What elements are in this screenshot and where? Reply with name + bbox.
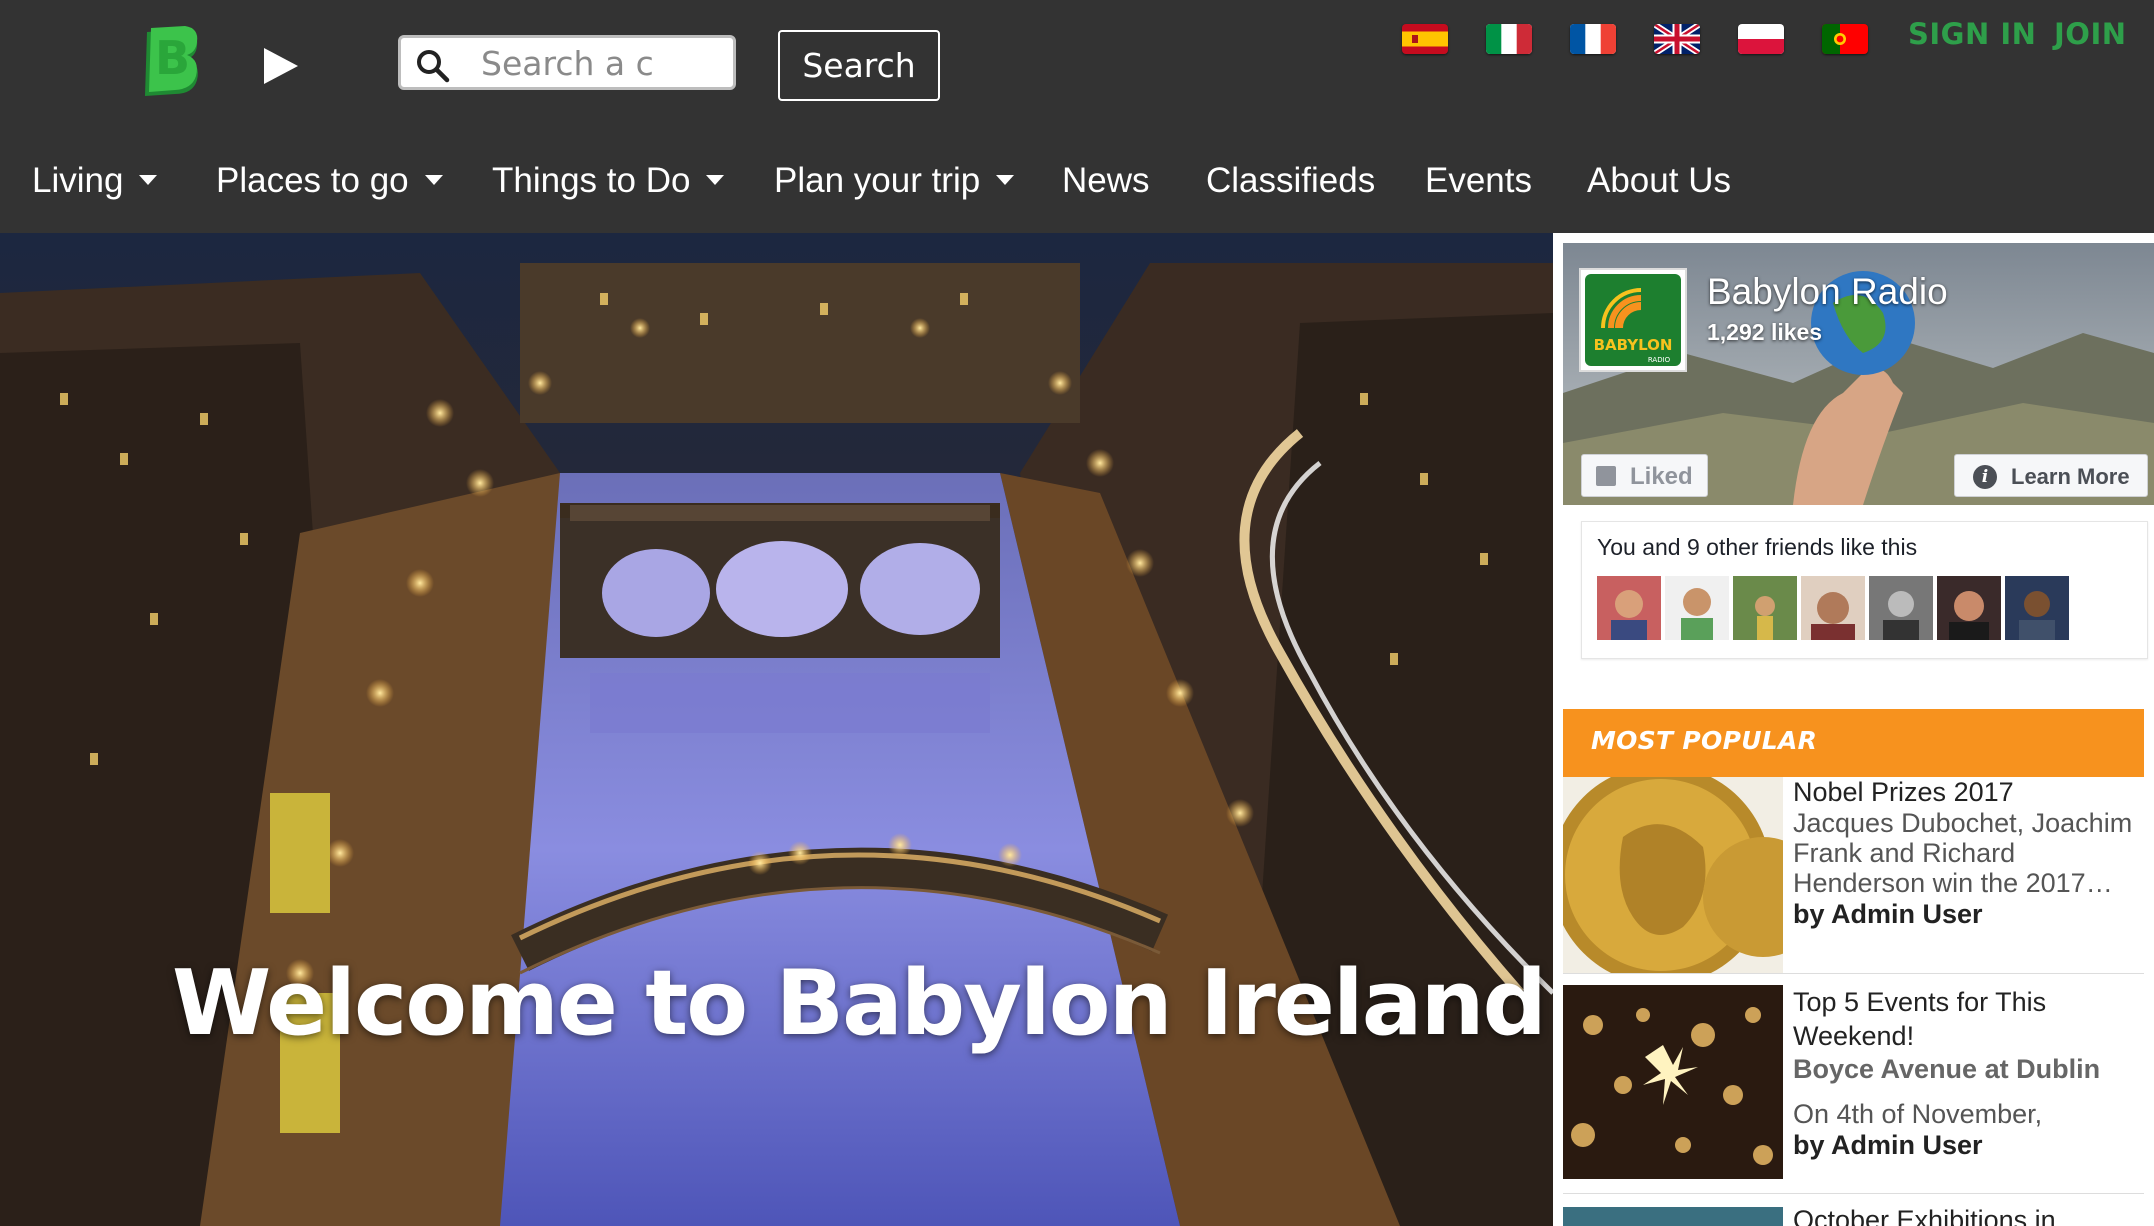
facebook-cover[interactable]: BABYLON RADIO Babylon Radio 1,292 likes … bbox=[1563, 243, 2154, 505]
nav-item-news[interactable]: News bbox=[1062, 150, 1150, 212]
friend-avatar[interactable] bbox=[2005, 576, 2069, 640]
sidebar: BABYLON RADIO Babylon Radio 1,292 likes … bbox=[1553, 233, 2154, 1226]
svg-text:RADIO: RADIO bbox=[1648, 356, 1671, 364]
article-subtitle: Boyce Avenue at Dublin bbox=[1793, 1054, 2101, 1084]
popular-article[interactable]: Nobel Prizes 2017 Jacques Dubochet, Joac… bbox=[1563, 777, 2154, 973]
most-popular-header: MOST POPULAR bbox=[1563, 709, 2144, 777]
facebook-friends-box: You and 9 other friends like this bbox=[1581, 521, 2148, 659]
nav-item-label: Events bbox=[1425, 161, 1532, 200]
france-flag-icon[interactable] bbox=[1570, 24, 1616, 54]
divider bbox=[1563, 1193, 2144, 1194]
facebook-icon bbox=[1596, 466, 1616, 486]
nav-item-label: About Us bbox=[1587, 161, 1731, 200]
most-popular-title: MOST POPULAR bbox=[1591, 726, 1818, 755]
article-excerpt: Jacques Dubochet, Joachim Frank and Rich… bbox=[1793, 808, 2133, 898]
article-author: by Admin User bbox=[1793, 1130, 1983, 1160]
popular-article[interactable]: October Exhibitions in bbox=[1563, 1207, 2154, 1226]
nav-item-label: News bbox=[1062, 161, 1150, 200]
facebook-page-name[interactable]: Babylon Radio bbox=[1707, 271, 1948, 313]
caret-down-icon bbox=[139, 174, 158, 185]
article-text: Nobel Prizes 2017 Jacques Dubochet, Joac… bbox=[1793, 777, 2153, 930]
poland-flag-icon[interactable] bbox=[1738, 24, 1784, 54]
main-nav: Living Places to go Things to Do Plan yo… bbox=[0, 150, 1800, 212]
nav-item-label: Places to go bbox=[216, 161, 409, 200]
caret-down-icon bbox=[424, 174, 443, 185]
babylon-radio-avatar[interactable]: BABYLON RADIO bbox=[1579, 268, 1687, 372]
search-icon bbox=[417, 50, 450, 83]
article-thumbnail[interactable] bbox=[1563, 777, 1783, 973]
friend-avatar[interactable] bbox=[1869, 576, 1933, 640]
nav-item-classifieds[interactable]: Classifieds bbox=[1206, 150, 1375, 212]
divider bbox=[1563, 973, 2144, 974]
nav-item-about-us[interactable]: About Us bbox=[1587, 150, 1731, 212]
article-title[interactable]: Nobel Prizes 2017 bbox=[1793, 777, 2153, 808]
article-title[interactable]: Top 5 Events for This Weekend! bbox=[1793, 985, 2153, 1053]
popular-article[interactable]: Top 5 Events for This Weekend! Boyce Ave… bbox=[1563, 985, 2154, 1181]
friends-like-text: You and 9 other friends like this bbox=[1597, 534, 1918, 560]
liked-label: Liked bbox=[1630, 463, 1693, 490]
nav-item-label: Plan your trip bbox=[774, 161, 981, 200]
uk-flag-icon[interactable] bbox=[1654, 24, 1700, 54]
facebook-likes-count: 1,292 likes bbox=[1707, 319, 1823, 345]
nav-item-living[interactable]: Living bbox=[32, 150, 158, 212]
nav-item-things-to-do[interactable]: Things to Do bbox=[492, 150, 725, 212]
nav-item-plan-your-trip[interactable]: Plan your trip bbox=[774, 150, 1015, 212]
learn-more-label: Learn More bbox=[2011, 464, 2130, 489]
join-link[interactable]: JOIN bbox=[2054, 17, 2127, 51]
nav-item-events[interactable]: Events bbox=[1425, 150, 1532, 212]
article-author: by Admin User bbox=[1793, 899, 1983, 929]
svg-text:B: B bbox=[155, 31, 190, 85]
article-thumbnail[interactable] bbox=[1563, 985, 1783, 1179]
portugal-flag-icon[interactable] bbox=[1822, 24, 1868, 54]
nav-item-label: Living bbox=[32, 161, 124, 200]
play-icon[interactable] bbox=[258, 44, 302, 88]
nav-item-label: Things to Do bbox=[492, 161, 691, 200]
article-excerpt: On 4th of November, bbox=[1793, 1099, 2043, 1129]
friend-avatar[interactable] bbox=[1937, 576, 2001, 640]
nobel-medal-image bbox=[1563, 777, 1783, 973]
article-thumbnail[interactable] bbox=[1563, 1207, 1783, 1226]
facebook-liked-button[interactable]: Liked bbox=[1581, 454, 1708, 497]
search-button[interactable]: Search bbox=[778, 30, 940, 101]
friend-avatar[interactable] bbox=[1801, 576, 1865, 640]
article-title[interactable]: October Exhibitions in bbox=[1793, 1207, 2153, 1226]
caret-down-icon bbox=[996, 174, 1015, 185]
sign-in-link[interactable]: SIGN IN bbox=[1908, 17, 2036, 51]
nav-item-label: Classifieds bbox=[1206, 161, 1376, 200]
hero-banner: Welcome to Babylon Ireland bbox=[0, 233, 1553, 1226]
svg-text:BABYLON: BABYLON bbox=[1594, 336, 1673, 354]
facebook-learn-more-button[interactable]: i Learn More bbox=[1954, 454, 2148, 497]
hero-cityscape-image bbox=[0, 233, 1553, 1226]
nav-item-places-to-go[interactable]: Places to go bbox=[216, 150, 443, 212]
article-text: Top 5 Events for This Weekend! Boyce Ave… bbox=[1793, 985, 2153, 1161]
italy-flag-icon[interactable] bbox=[1486, 24, 1532, 54]
friend-avatar[interactable] bbox=[1665, 576, 1729, 640]
article-text: October Exhibitions in bbox=[1793, 1207, 2153, 1226]
babylon-logo[interactable]: B bbox=[139, 26, 203, 98]
search-input[interactable] bbox=[481, 42, 721, 84]
friend-avatar[interactable] bbox=[1733, 576, 1797, 640]
caret-down-icon bbox=[706, 174, 725, 185]
search-box bbox=[398, 35, 736, 90]
hero-title: Welcome to Babylon Ireland bbox=[172, 951, 1547, 1056]
info-icon: i bbox=[1973, 465, 1997, 489]
site-header: B Search a c Search SIGN IN JOIN Living … bbox=[0, 0, 2154, 233]
friend-avatar[interactable] bbox=[1597, 576, 1661, 640]
spain-flag-icon[interactable] bbox=[1402, 24, 1448, 54]
facebook-page-widget: BABYLON RADIO Babylon Radio 1,292 likes … bbox=[1563, 243, 2154, 669]
sparkler-image bbox=[1563, 985, 1783, 1179]
